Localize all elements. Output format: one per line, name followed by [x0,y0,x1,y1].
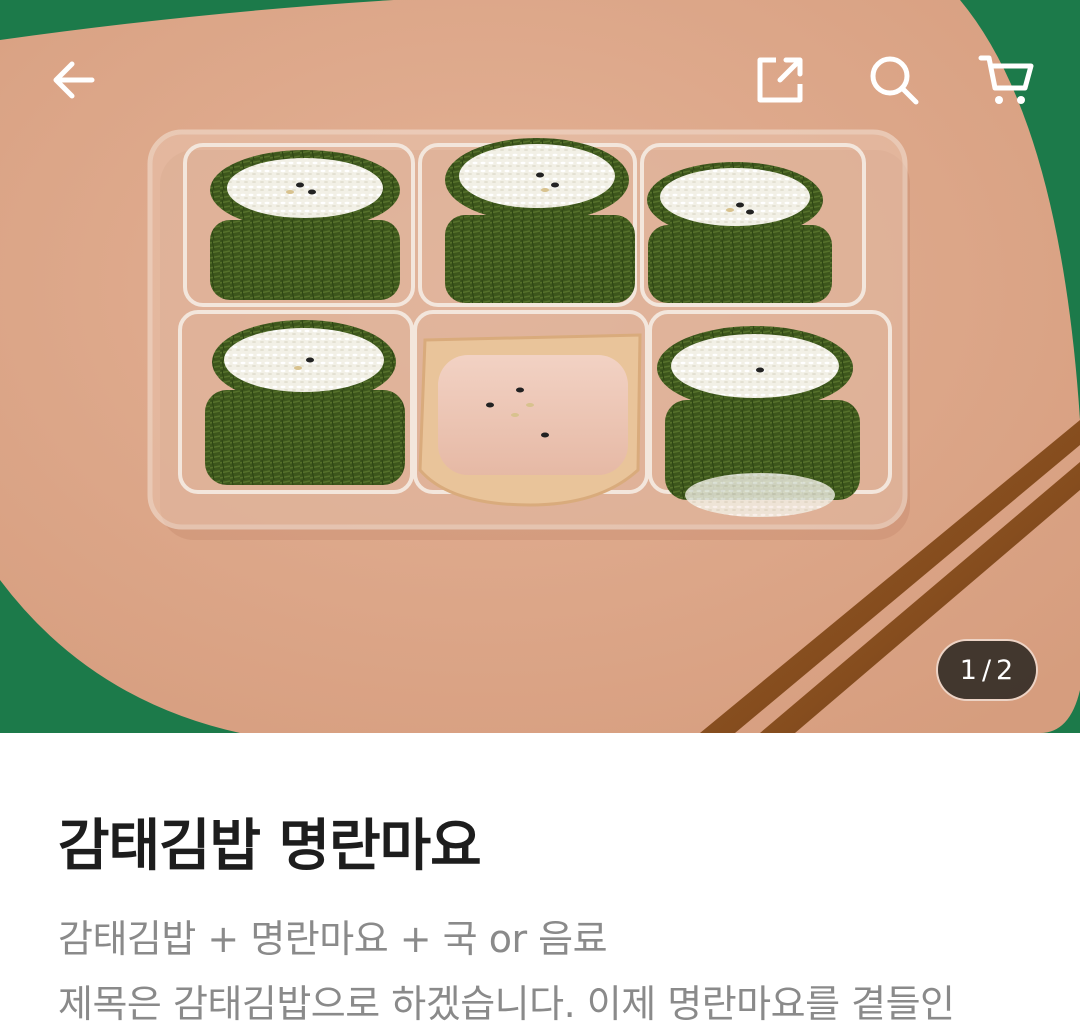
product-info: 감태김밥 명란마요 감태김밥 + 명란마요 + 국 or 음료 제목은 감태김밥… [0,733,1080,1029]
image-counter: 1 / 2 [938,641,1036,699]
gimbap-piece [657,326,860,517]
cart-icon [978,55,1034,104]
product-description-line1: 감태김밥 + 명란마요 + 국 or 음료 [58,917,608,961]
back-button[interactable] [38,44,110,116]
product-image-carousel[interactable]: 1 / 2 [0,0,1080,733]
arrow-left-icon [53,61,95,99]
mayo-dip [418,333,642,507]
image-counter-current: 1 [959,654,978,686]
search-icon [870,56,919,105]
gimbap-piece [647,162,832,303]
gimbap-piece [210,150,400,300]
gimbap-piece [205,320,405,485]
gimbap-piece [445,138,635,303]
search-button[interactable] [858,44,930,116]
product-description-line2: 제목은 감태김밥으로 하겠습니다. 이제 명란마요를 곁들인 [58,982,955,1026]
share-icon [757,57,803,103]
image-counter-separator: / [981,654,993,686]
image-counter-total: 2 [996,654,1015,686]
cart-button[interactable] [970,44,1042,116]
share-button[interactable] [744,44,816,116]
product-title: 감태김밥 명란마요 [58,814,482,879]
